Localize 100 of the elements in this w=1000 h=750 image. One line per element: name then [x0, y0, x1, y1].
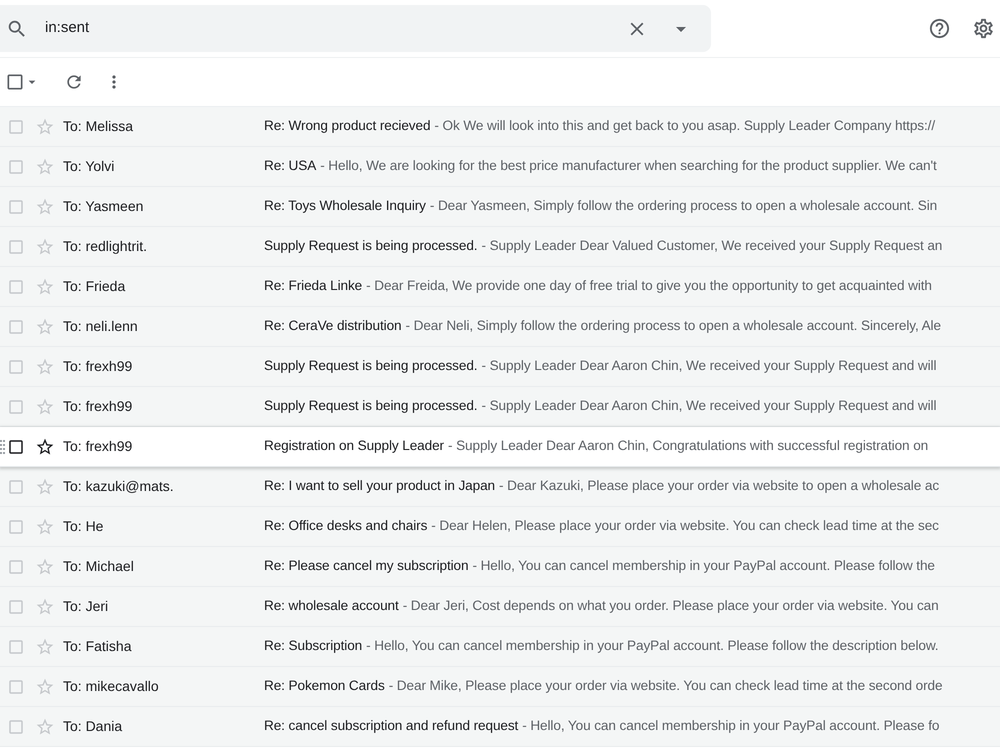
star-icon[interactable]	[35, 156, 55, 176]
email-subject: Supply Request is being processed.	[264, 357, 478, 376]
email-subject: Registration on Supply Leader	[264, 437, 444, 456]
email-row[interactable]: To: mikecavallo Re: Pokemon Cards - Dear Mike, Please place your order via website. You can check lead time at the second orde	[0, 667, 1000, 707]
email-snippet: - Dear Freida, We provide one day of free trial to give you the opportunity to get acquainted with	[366, 277, 932, 296]
email-row[interactable]: To: neli.lenn Re: CeraVe distribution - Dear Neli, Simply follow the ordering process to open a wholesale account. Sincerely, Ale	[0, 307, 1000, 347]
star-icon[interactable]	[35, 116, 55, 136]
email-snippet: - Dear Mike, Please place your order via website. You can check lead time at the second orde	[388, 677, 942, 696]
email-subject: Re: I want to sell your product in Japan	[264, 477, 495, 496]
recipient-name: To: Melissa	[63, 117, 134, 136]
email-subject: Re: Pokemon Cards	[264, 677, 385, 696]
star-icon[interactable]	[35, 716, 55, 736]
email-snippet: - Supply Leader Dear Aaron Chin, We received your Supply Request and will	[481, 397, 936, 416]
checkbox-icon[interactable]	[7, 718, 25, 736]
checkbox-icon[interactable]	[5, 72, 25, 92]
email-row[interactable]: To: Fatisha Re: Subscription - Hello, You can cancel membership in your PayPal account. Please follow the description below.	[0, 627, 1000, 667]
checkbox-icon[interactable]	[7, 478, 25, 496]
email-subject: Re: Frieda Linke	[264, 277, 362, 296]
email-row[interactable]: To: Melissa Re: Wrong product recieved - Ok We will look into this and get back to you asap. Supply Leader Company https://	[0, 107, 1000, 147]
email-snippet: - Supply Leader Dear Aaron Chin, We received your Supply Request and will	[481, 357, 936, 376]
star-icon[interactable]	[35, 276, 55, 296]
email-snippet: - Hello, You can cancel membership in your PayPal account. Please fo	[522, 717, 940, 736]
checkbox-icon[interactable]	[7, 598, 25, 616]
email-snippet: - Hello, You can cancel membership in your PayPal account. Please follow the description below.	[366, 637, 938, 656]
recipient-name: To: frexh99	[63, 357, 132, 376]
recipient-name: To: redlightrit.	[63, 237, 148, 256]
recipient-name: To: frexh99	[63, 397, 132, 416]
email-subject: Re: Please cancel my subscription	[264, 557, 468, 576]
checkbox-icon[interactable]	[7, 518, 25, 536]
email-row[interactable]: To: kazuki@mats. Re: I want to sell your product in Japan - Dear Kazuki, Please place your order via website to open a wholesale ac	[0, 467, 1000, 507]
checkbox-icon[interactable]	[7, 558, 25, 576]
email-row[interactable]: To: frexh99 Supply Request is being processed. - Supply Leader Dear Aaron Chin, We received your Supply Request and will	[0, 347, 1000, 387]
recipient-name: To: mikecavallo	[63, 677, 159, 696]
settings-icon[interactable]	[972, 17, 995, 40]
recipient-name: To: Dania	[63, 717, 122, 736]
email-row[interactable]: To: Yasmeen Re: Toys Wholesale Inquiry - Dear Yasmeen, Simply follow the ordering process to open a wholesale account. Sin	[0, 187, 1000, 227]
email-row[interactable]: To: Yolvi Re: USA - Hello, We are looking for the best price manufacturer when searching for the product supplier. We can't	[0, 147, 1000, 187]
star-icon[interactable]	[35, 196, 55, 216]
checkbox-icon[interactable]	[7, 638, 25, 656]
email-subject: Re: Office desks and chairs	[264, 517, 428, 536]
email-snippet: - Supply Leader Dear Valued Customer, We received your Supply Request an	[481, 237, 942, 256]
email-row[interactable]: To: frexh99 Registration on Supply Leader - Supply Leader Dear Aaron Chin, Congratulations with successful registration on	[0, 427, 1000, 467]
email-row[interactable]: To: redlightrit. Supply Request is being processed. - Supply Leader Dear Valued Customer, We received your Supply Request an	[0, 227, 1000, 267]
email-row[interactable]: To: Michael Re: Please cancel my subscription - Hello, You can cancel membership in your PayPal account. Please follow the	[0, 547, 1000, 587]
checkbox-icon[interactable]	[7, 438, 25, 456]
recipient-name: To: He	[63, 517, 104, 536]
email-snippet: - Dear Helen, Please place your order via website. You can check lead time at the sec	[431, 517, 939, 536]
checkbox-icon[interactable]	[7, 198, 25, 216]
recipient-name: To: Jeri	[63, 597, 108, 616]
recipient-name: To: Yolvi	[63, 157, 114, 176]
email-subject: Re: wholesale account	[264, 597, 399, 616]
recipient-name: To: kazuki@mats.	[63, 477, 174, 496]
email-subject: Re: cancel subscription and refund request	[264, 717, 518, 736]
email-snippet: - Dear Jeri, Cost depends on what you order. Please place your order via website. You can	[402, 597, 939, 616]
star-icon[interactable]	[35, 236, 55, 256]
star-icon[interactable]	[35, 396, 55, 416]
recipient-name: To: neli.lenn	[63, 317, 138, 336]
email-snippet: - Hello, You can cancel membership in your PayPal account. Please follow the	[472, 557, 935, 576]
recipient-name: To: Michael	[63, 557, 134, 576]
star-icon[interactable]	[35, 596, 55, 616]
star-icon[interactable]	[35, 356, 55, 376]
checkbox-icon[interactable]	[7, 398, 25, 416]
email-row[interactable]: To: Jeri Re: wholesale account - Dear Jeri, Cost depends on what you order. Please place your order via website. You can	[0, 587, 1000, 627]
email-snippet: - Supply Leader Dear Aaron Chin, Congratulations with successful registration on	[448, 437, 928, 456]
email-subject: Supply Request is being processed.	[264, 397, 478, 416]
email-row[interactable]: To: Dania Re: cancel subscription and refund request - Hello, You can cancel membership in your PayPal account. Please fo	[0, 707, 1000, 747]
checkbox-icon[interactable]	[7, 358, 25, 376]
star-icon[interactable]	[35, 436, 55, 456]
email-subject: Re: Toys Wholesale Inquiry	[264, 197, 426, 216]
search-field[interactable]: in:sent	[0, 5, 711, 52]
email-snippet: - Dear Yasmeen, Simply follow the ordering process to open a wholesale account. Sin	[430, 197, 938, 216]
help-icon[interactable]	[928, 17, 951, 40]
email-subject: Supply Request is being processed.	[264, 237, 478, 256]
star-icon[interactable]	[35, 476, 55, 496]
checkbox-icon[interactable]	[7, 118, 25, 136]
checkbox-icon[interactable]	[7, 318, 25, 336]
email-snippet: - Dear Kazuki, Please place your order via website to open a wholesale ac	[499, 477, 940, 496]
email-subject: Re: USA	[264, 157, 316, 176]
email-subject: Re: Subscription	[264, 637, 362, 656]
checkbox-icon[interactable]	[7, 278, 25, 296]
email-snippet: - Dear Neli, Simply follow the ordering process to open a wholesale account. Sincerely, Ale	[406, 317, 941, 336]
checkbox-icon[interactable]	[7, 678, 25, 696]
email-subject: Re: Wrong product recieved	[264, 117, 430, 136]
star-icon[interactable]	[35, 676, 55, 696]
star-icon[interactable]	[35, 516, 55, 536]
email-snippet: - Hello, We are looking for the best price manufacturer when searching for the product supplier. We can't	[320, 157, 937, 176]
drag-handle-icon[interactable]	[0, 440, 5, 454]
email-row[interactable]: To: He Re: Office desks and chairs - Dear Helen, Please place your order via website. You can check lead time at the sec	[0, 507, 1000, 547]
recipient-name: To: frexh99	[63, 437, 132, 456]
recipient-name: To: Yasmeen	[63, 197, 144, 216]
checkbox-icon[interactable]	[7, 158, 25, 176]
email-snippet: - Ok We will look into this and get back to you asap. Supply Leader Company https://	[434, 117, 936, 136]
recipient-name: To: Frieda	[63, 277, 126, 296]
checkbox-icon[interactable]	[7, 238, 25, 256]
search-query: in:sent	[45, 18, 90, 38]
email-row[interactable]: To: Frieda Re: Frieda Linke - Dear Freida, We provide one day of free trial to give you the opportunity to get acquainted with	[0, 267, 1000, 307]
star-icon[interactable]	[35, 316, 55, 336]
star-icon[interactable]	[35, 556, 55, 576]
email-row[interactable]: To: frexh99 Supply Request is being processed. - Supply Leader Dear Aaron Chin, We received your Supply Request and will	[0, 387, 1000, 427]
star-icon[interactable]	[35, 636, 55, 656]
